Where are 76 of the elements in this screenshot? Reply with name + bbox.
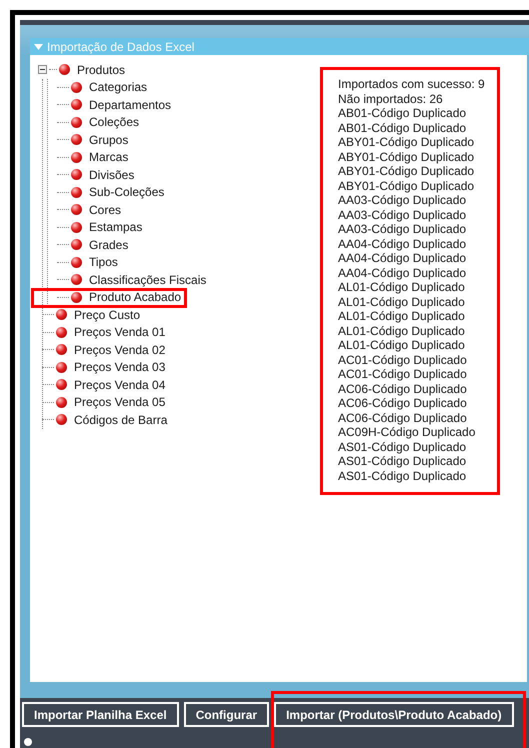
tree-item[interactable]: Produto Acabado bbox=[89, 290, 182, 304]
result-line: AC06-Código Duplicado bbox=[338, 396, 468, 410]
action-button[interactable]: Importar (Produtos\Produto Acabado) bbox=[274, 702, 514, 727]
result-line: AA04-Código Duplicado bbox=[338, 236, 468, 251]
node-status-icon bbox=[56, 309, 67, 320]
action-button[interactable]: Importar Planilha Excel bbox=[22, 702, 179, 727]
node-status-icon bbox=[56, 379, 67, 390]
result-line: Não importados: 26 bbox=[338, 92, 444, 106]
tree-item[interactable]: Divisões bbox=[89, 168, 134, 182]
node-status-icon bbox=[71, 169, 82, 180]
result-line: AC06-Código Duplicado bbox=[338, 382, 468, 396]
tree-item[interactable]: Coleções bbox=[89, 115, 140, 130]
tree-item[interactable]: Preços Venda 03 bbox=[74, 360, 166, 374]
result-line: AC09H-Código Duplicado bbox=[338, 425, 476, 440]
result-line: AA03-Código Duplicado bbox=[338, 222, 468, 236]
result-line: AL01-Código Duplicado bbox=[338, 280, 466, 294]
node-status-icon bbox=[71, 222, 82, 233]
result-line: Importados com sucesso: 9 bbox=[338, 77, 486, 92]
node-status-icon bbox=[71, 82, 82, 93]
tree-item[interactable]: Códigos de Barra bbox=[74, 412, 168, 427]
result-line: AL01-Código Duplicado bbox=[338, 338, 466, 352]
node-status-icon bbox=[71, 292, 82, 303]
result-line: AS01-Código Duplicado bbox=[338, 440, 468, 454]
node-status-icon bbox=[71, 116, 82, 128]
result-line: ABY01-Código Duplicado bbox=[338, 164, 476, 178]
node-status-icon bbox=[71, 134, 82, 146]
result-line: AA04-Código Duplicado bbox=[338, 251, 468, 266]
tree-item[interactable]: Sub-Coleções bbox=[89, 185, 164, 200]
tree-item[interactable]: Cores bbox=[89, 202, 122, 217]
result-line: AB01-Código Duplicado bbox=[338, 106, 468, 120]
collapse-icon[interactable] bbox=[38, 65, 47, 74]
tree-item[interactable]: Categorias bbox=[89, 80, 148, 94]
tree-item[interactable]: Classificações Fiscais bbox=[89, 272, 206, 287]
node-status-icon bbox=[59, 64, 70, 76]
tree-item[interactable]: Grades bbox=[89, 238, 128, 252]
result-line: AS01-Código Duplicado bbox=[338, 454, 468, 468]
tree-item[interactable]: Marcas bbox=[89, 150, 128, 164]
tree-item[interactable]: Produtos bbox=[77, 62, 126, 77]
result-line: AA04-Código Duplicado bbox=[338, 266, 468, 280]
result-line: AC01-Código Duplicado bbox=[338, 352, 468, 367]
result-line: AA03-Código Duplicado bbox=[338, 208, 468, 222]
tree-item[interactable]: Grupos bbox=[89, 132, 128, 147]
action-button[interactable]: Configurar bbox=[184, 702, 270, 727]
node-status-icon bbox=[56, 362, 67, 373]
handle-icon[interactable] bbox=[24, 738, 32, 746]
tree-item[interactable]: Preços Venda 05 bbox=[74, 395, 166, 410]
node-status-icon bbox=[56, 326, 67, 338]
result-line: ABY01-Código Duplicado bbox=[338, 178, 476, 193]
node-status-icon bbox=[71, 99, 82, 110]
tree-item[interactable]: Preço Custo bbox=[74, 308, 140, 322]
result-line: AA03-Código Duplicado bbox=[338, 193, 468, 208]
node-status-icon bbox=[56, 414, 67, 426]
result-line: AC06-Código Duplicado bbox=[338, 410, 468, 425]
result-line: AS01-Código Duplicado bbox=[338, 468, 468, 483]
node-status-icon bbox=[71, 186, 82, 198]
result-line: ABY01-Código Duplicado bbox=[338, 150, 476, 164]
tree-item[interactable]: Preços Venda 01 bbox=[74, 325, 166, 340]
tree-item[interactable]: Preços Venda 02 bbox=[74, 342, 166, 357]
tree-item[interactable]: Preços Venda 04 bbox=[74, 378, 166, 392]
node-status-icon bbox=[71, 152, 82, 163]
node-status-icon bbox=[71, 274, 82, 286]
result-line: AL01-Código Duplicado bbox=[338, 309, 466, 324]
node-status-icon bbox=[71, 256, 82, 268]
result-line: ABY01-Código Duplicado bbox=[338, 135, 476, 150]
result-line: AC01-Código Duplicado bbox=[338, 367, 468, 382]
node-status-icon bbox=[56, 396, 67, 408]
result-line: AL01-Código Duplicado bbox=[338, 294, 466, 309]
tree-item[interactable]: Estampas bbox=[89, 220, 142, 234]
tree-item[interactable]: Tipos bbox=[89, 255, 118, 270]
result-line: AL01-Código Duplicado bbox=[338, 324, 466, 338]
node-status-icon bbox=[71, 204, 82, 216]
node-status-icon bbox=[71, 239, 82, 250]
node-status-icon bbox=[56, 344, 67, 356]
panel-title: Importação de Dados Excel bbox=[47, 40, 194, 54]
result-line: AB01-Código Duplicado bbox=[338, 120, 468, 135]
tree-item[interactable]: Departamentos bbox=[89, 98, 172, 112]
